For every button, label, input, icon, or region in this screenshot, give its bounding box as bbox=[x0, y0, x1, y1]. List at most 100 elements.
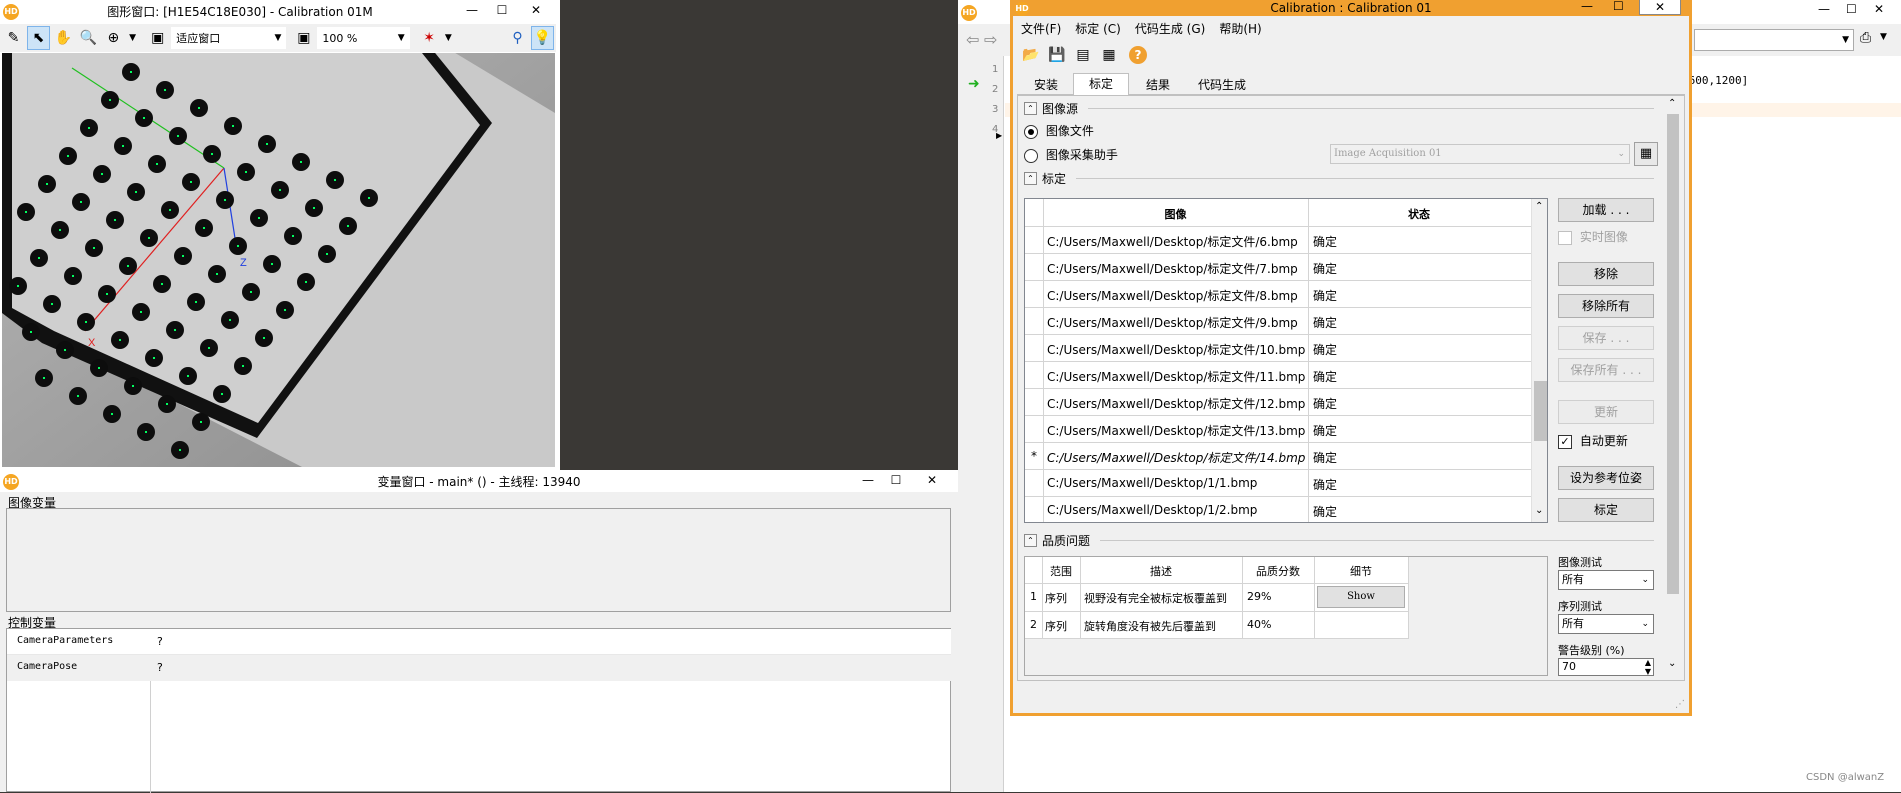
control-var-row[interactable]: CameraPose ? bbox=[7, 655, 951, 681]
menu-help[interactable]: 帮助(H) bbox=[1219, 20, 1261, 37]
chevron-down-icon[interactable]: ▼ bbox=[443, 26, 454, 50]
minimize-button[interactable]: — bbox=[456, 0, 488, 20]
live-image-checkbox[interactable] bbox=[1558, 230, 1572, 245]
pointer-icon[interactable]: ⬉ bbox=[26, 26, 50, 50]
tab-calibration[interactable]: 标定 bbox=[1073, 73, 1129, 95]
radio-image-file[interactable] bbox=[1024, 124, 1038, 139]
radio-acq-helper[interactable] bbox=[1024, 148, 1038, 163]
save-all-button[interactable]: 保存所有 . . . bbox=[1558, 358, 1654, 382]
table-row[interactable]: C:/Users/Maxwell/Desktop/标定文件/13.bmp 确定 bbox=[1025, 416, 1531, 443]
table-row[interactable]: C:/Users/Maxwell/Desktop/标定文件/6.bmp 确定 bbox=[1025, 227, 1531, 254]
close-button[interactable]: ✕ bbox=[1874, 2, 1884, 16]
table-scrollbar[interactable]: ⌃ ⌄ bbox=[1531, 199, 1547, 522]
chevron-down-icon[interactable]: ▼ bbox=[127, 26, 138, 50]
chevron-down-icon[interactable]: ⌄ bbox=[1535, 505, 1543, 516]
table-row[interactable]: C:/Users/Maxwell/Desktop/标定文件/12.bmp 确定 bbox=[1025, 389, 1531, 416]
spinner-arrows-icon[interactable]: ▲ ▼ bbox=[1645, 658, 1651, 676]
maximize-button[interactable]: ☐ bbox=[486, 0, 518, 20]
close-button[interactable]: ✕ bbox=[1639, 0, 1681, 15]
hand-icon[interactable]: ✋ bbox=[52, 26, 75, 50]
load-button[interactable]: 加载 . . . bbox=[1558, 198, 1654, 222]
update-button[interactable]: 更新 bbox=[1558, 400, 1654, 424]
chevron-up-icon[interactable]: ⌃ bbox=[1668, 98, 1676, 109]
set-reference-pose-button[interactable]: 设为参考位姿 bbox=[1558, 466, 1654, 490]
close-button[interactable]: ✕ bbox=[912, 470, 952, 490]
load-calib-icon[interactable]: ▤ bbox=[1071, 43, 1095, 67]
remove-button[interactable]: 移除 bbox=[1558, 262, 1654, 286]
collapse-icon[interactable]: ⌃ bbox=[1024, 533, 1037, 547]
zoom-in-icon[interactable]: ⊕ bbox=[102, 26, 125, 50]
zoom-mode-select[interactable]: 适应窗口 ▼ bbox=[171, 27, 287, 49]
forward-arrow-icon[interactable]: ⇨ bbox=[984, 30, 997, 49]
image-test-select[interactable]: 所有 ⌄ bbox=[1558, 570, 1654, 590]
acq-assistant-select[interactable]: Image Acquisition 01 ⌄ bbox=[1330, 144, 1630, 164]
tab-codegen[interactable]: 代码生成 bbox=[1187, 76, 1257, 93]
content-scrollbar[interactable]: ⌃ ⌄ bbox=[1664, 96, 1682, 676]
minimize-button[interactable]: — bbox=[1581, 0, 1593, 13]
collapse-icon[interactable]: ⌃ bbox=[1024, 101, 1037, 115]
resize-grip-icon[interactable]: ⋰ bbox=[1675, 699, 1685, 710]
zoom-icon[interactable]: 🔍 bbox=[77, 26, 100, 50]
tab-results[interactable]: 结果 bbox=[1133, 76, 1183, 93]
save-button[interactable]: 保存 . . . bbox=[1558, 326, 1654, 350]
zoom-value-select[interactable]: 100 % ▼ bbox=[317, 27, 410, 49]
acq-open-button[interactable]: ▦ bbox=[1634, 142, 1658, 166]
radio-acq-helper-row[interactable]: 图像采集助手 bbox=[1024, 146, 1118, 163]
close-button[interactable]: ✕ bbox=[516, 0, 556, 20]
table-row[interactable]: C:/Users/Maxwell/Desktop/标定文件/9.bmp 确定 bbox=[1025, 308, 1531, 335]
tab-setup[interactable]: 安装 bbox=[1023, 76, 1069, 93]
calibration-image-table[interactable]: 图像 状态 C:/Users/Maxwell/Desktop/标定文件/6.bm… bbox=[1024, 198, 1548, 523]
live-image-row[interactable]: 实时图像 bbox=[1558, 228, 1628, 245]
chevron-down-icon[interactable]: ▼ bbox=[1880, 32, 1887, 42]
open-folder-icon[interactable]: 📂 bbox=[1019, 43, 1043, 67]
procedure-select[interactable]: ▼ bbox=[1694, 29, 1854, 51]
menu-file[interactable]: 文件(F) bbox=[1021, 20, 1061, 37]
back-arrow-icon[interactable]: ⇦ bbox=[966, 30, 979, 49]
collapse-icon[interactable]: ⌃ bbox=[1024, 171, 1037, 185]
chevron-down-icon[interactable]: ⌄ bbox=[1668, 658, 1676, 669]
table-row[interactable]: C:/Users/Maxwell/Desktop/标定文件/8.bmp 确定 bbox=[1025, 281, 1531, 308]
menu-calibrate[interactable]: 标定 (C) bbox=[1075, 20, 1121, 37]
auto-update-row[interactable]: ✓ 自动更新 bbox=[1558, 432, 1628, 449]
radio-image-file-row[interactable]: 图像文件 bbox=[1024, 122, 1094, 139]
warning-level-spinner[interactable]: 70 ▲ ▼ bbox=[1558, 658, 1654, 676]
remove-all-button[interactable]: 移除所有 bbox=[1558, 294, 1654, 318]
save-icon[interactable]: 💾 bbox=[1045, 43, 1069, 67]
image-source-header[interactable]: ⌃ 图像源 bbox=[1024, 100, 1654, 116]
maximize-button[interactable]: ☐ bbox=[1613, 0, 1624, 13]
table-row[interactable]: C:/Users/Maxwell/Desktop/标定文件/11.bmp 确定 bbox=[1025, 362, 1531, 389]
graphics-toolbar: ✎ ⬉ ✋ 🔍 ⊕ ▼ ▣ 适应窗口 ▼ ▣ 100 % ▼ ✶ ▼ ⚲ 💡 bbox=[0, 24, 556, 52]
scroll-thumb[interactable] bbox=[1667, 114, 1679, 594]
maximize-button[interactable]: ☐ bbox=[880, 470, 912, 490]
header-image[interactable]: 图像 bbox=[1043, 206, 1308, 222]
calibration-mark bbox=[106, 211, 124, 229]
chevron-down-icon: ⌄ bbox=[1617, 149, 1625, 159]
table-row[interactable]: C:/Users/Maxwell/Desktop/标定文件/10.bmp 确定 bbox=[1025, 335, 1531, 362]
minimize-button[interactable]: — bbox=[1818, 2, 1830, 16]
quality-show-button[interactable]: Show bbox=[1317, 586, 1405, 608]
calibration-image-canvas[interactable]: X Z bbox=[2, 53, 555, 467]
menu-codegen[interactable]: 代码生成 (G) bbox=[1135, 20, 1205, 37]
maximize-button[interactable]: ☐ bbox=[1846, 2, 1857, 16]
header-status[interactable]: 状态 bbox=[1309, 206, 1529, 222]
sequence-test-select[interactable]: 所有 ⌄ bbox=[1558, 614, 1654, 634]
help-icon[interactable]: ? bbox=[1129, 46, 1147, 64]
table-row[interactable]: C:/Users/Maxwell/Desktop/1/2.bmp 确定 bbox=[1025, 497, 1531, 522]
print-icon[interactable]: ⎙ bbox=[1860, 30, 1871, 46]
table-row[interactable]: * C:/Users/Maxwell/Desktop/标定文件/14.bmp 确定 bbox=[1025, 443, 1531, 470]
inspect-icon[interactable]: ⚲ bbox=[506, 26, 529, 50]
chevron-up-icon[interactable]: ⌃ bbox=[1535, 201, 1543, 212]
quality-table[interactable]: 范围 描述 品质分数 细节 1 序列 视野没有完全被标定板覆盖到 29% Sho… bbox=[1024, 556, 1548, 676]
control-var-row[interactable]: CameraParameters ? bbox=[7, 629, 951, 655]
lightbulb-icon[interactable]: 💡 bbox=[531, 26, 555, 50]
edit-icon[interactable]: ✎ bbox=[2, 26, 25, 50]
calibration-header[interactable]: ⌃ 标定 bbox=[1024, 170, 1654, 186]
calibrate-button[interactable]: 标定 bbox=[1558, 498, 1654, 522]
table-row[interactable]: C:/Users/Maxwell/Desktop/标定文件/7.bmp 确定 bbox=[1025, 254, 1531, 281]
table-row[interactable]: C:/Users/Maxwell/Desktop/1/1.bmp 确定 bbox=[1025, 470, 1531, 497]
quality-header[interactable]: ⌃ 品质问题 bbox=[1024, 532, 1654, 548]
camera-params-icon[interactable]: ▦ bbox=[1097, 43, 1121, 67]
color-icon[interactable]: ✶ bbox=[418, 26, 441, 50]
scroll-thumb[interactable] bbox=[1534, 381, 1547, 441]
auto-update-checkbox[interactable]: ✓ bbox=[1558, 434, 1572, 449]
